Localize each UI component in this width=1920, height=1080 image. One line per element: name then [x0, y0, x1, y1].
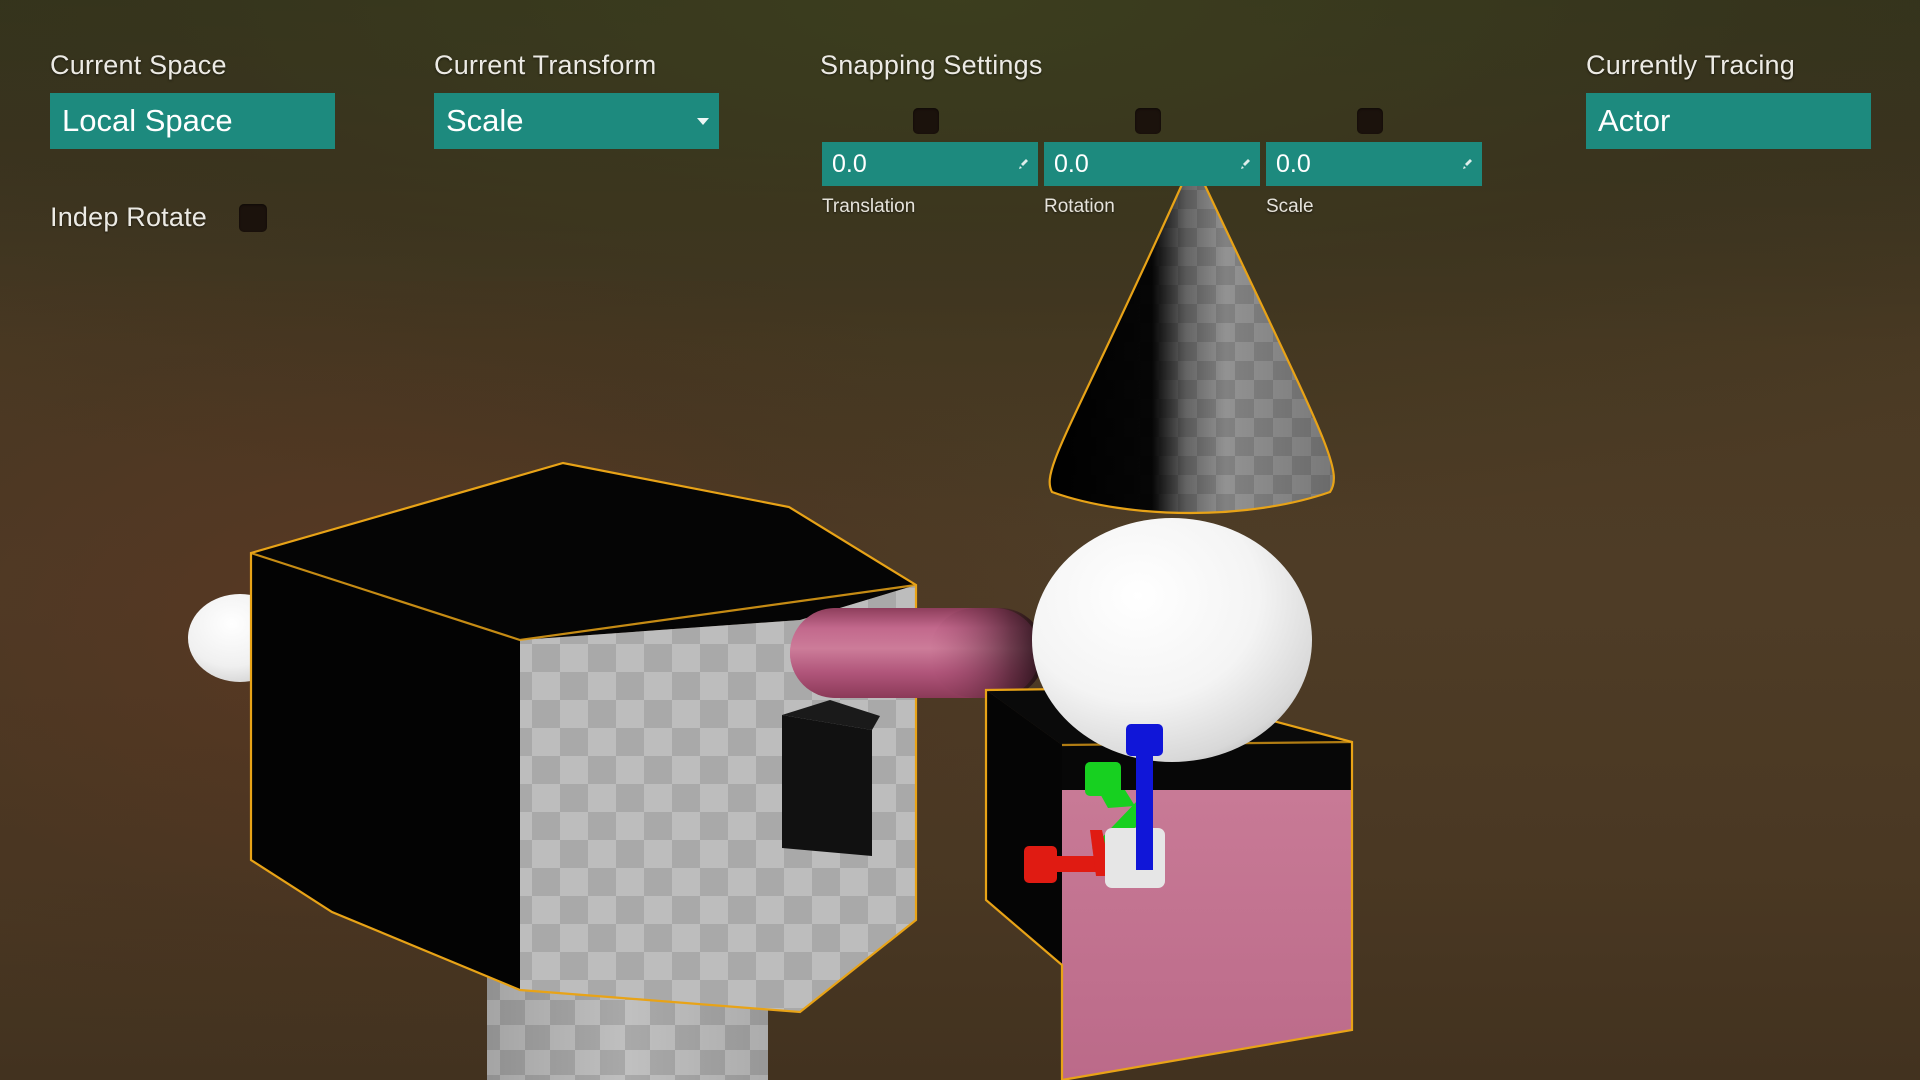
snap-translation-input[interactable]: 0.0: [822, 142, 1038, 186]
snap-translation-checkbox[interactable]: [913, 108, 939, 134]
transform-hud-overlay: Current Space Local Space Indep Rotate C…: [0, 0, 1920, 1080]
stepper-icon[interactable]: [1238, 157, 1252, 171]
indep-rotate-checkbox[interactable]: [239, 203, 268, 232]
indep-rotate-group[interactable]: Indep Rotate: [50, 202, 268, 233]
snap-field-rotation: 0.0 Rotation: [1044, 108, 1260, 218]
snap-translation-value: 0.0: [832, 149, 867, 178]
snap-scale-checkbox[interactable]: [1357, 108, 1383, 134]
snap-scale-value: 0.0: [1276, 149, 1311, 178]
snap-field-scale: 0.0 Scale: [1266, 108, 1482, 218]
current-space-value[interactable]: Local Space: [50, 93, 335, 149]
snap-rotation-input[interactable]: 0.0: [1044, 142, 1260, 186]
snap-scale-label: Scale: [1266, 196, 1314, 217]
snapping-settings-group: Snapping Settings: [820, 50, 1043, 81]
stepper-icon[interactable]: [1016, 157, 1030, 171]
current-transform-group: Current Transform Scale: [434, 50, 719, 149]
snap-rotation-value: 0.0: [1054, 149, 1089, 178]
snap-field-translation: 0.0 Translation: [822, 108, 1038, 218]
current-space-group: Current Space Local Space: [50, 50, 335, 149]
currently-tracing-value[interactable]: Actor: [1586, 93, 1871, 149]
current-transform-dropdown[interactable]: Scale: [434, 93, 719, 149]
current-transform-label: Current Transform: [434, 50, 657, 80]
current-transform-value-text: Scale: [446, 103, 524, 138]
current-space-label: Current Space: [50, 50, 227, 80]
snap-rotation-checkbox[interactable]: [1135, 108, 1161, 134]
currently-tracing-value-text: Actor: [1598, 103, 1671, 138]
current-space-value-text: Local Space: [62, 103, 233, 138]
chevron-down-icon[interactable]: [697, 118, 709, 125]
currently-tracing-group: Currently Tracing Actor: [1586, 50, 1871, 149]
currently-tracing-label: Currently Tracing: [1586, 50, 1795, 80]
snap-rotation-label: Rotation: [1044, 196, 1115, 217]
snap-scale-input[interactable]: 0.0: [1266, 142, 1482, 186]
snapping-settings-label: Snapping Settings: [820, 50, 1043, 80]
stepper-icon[interactable]: [1460, 157, 1474, 171]
indep-rotate-label: Indep Rotate: [50, 202, 208, 232]
snap-translation-label: Translation: [822, 196, 916, 217]
